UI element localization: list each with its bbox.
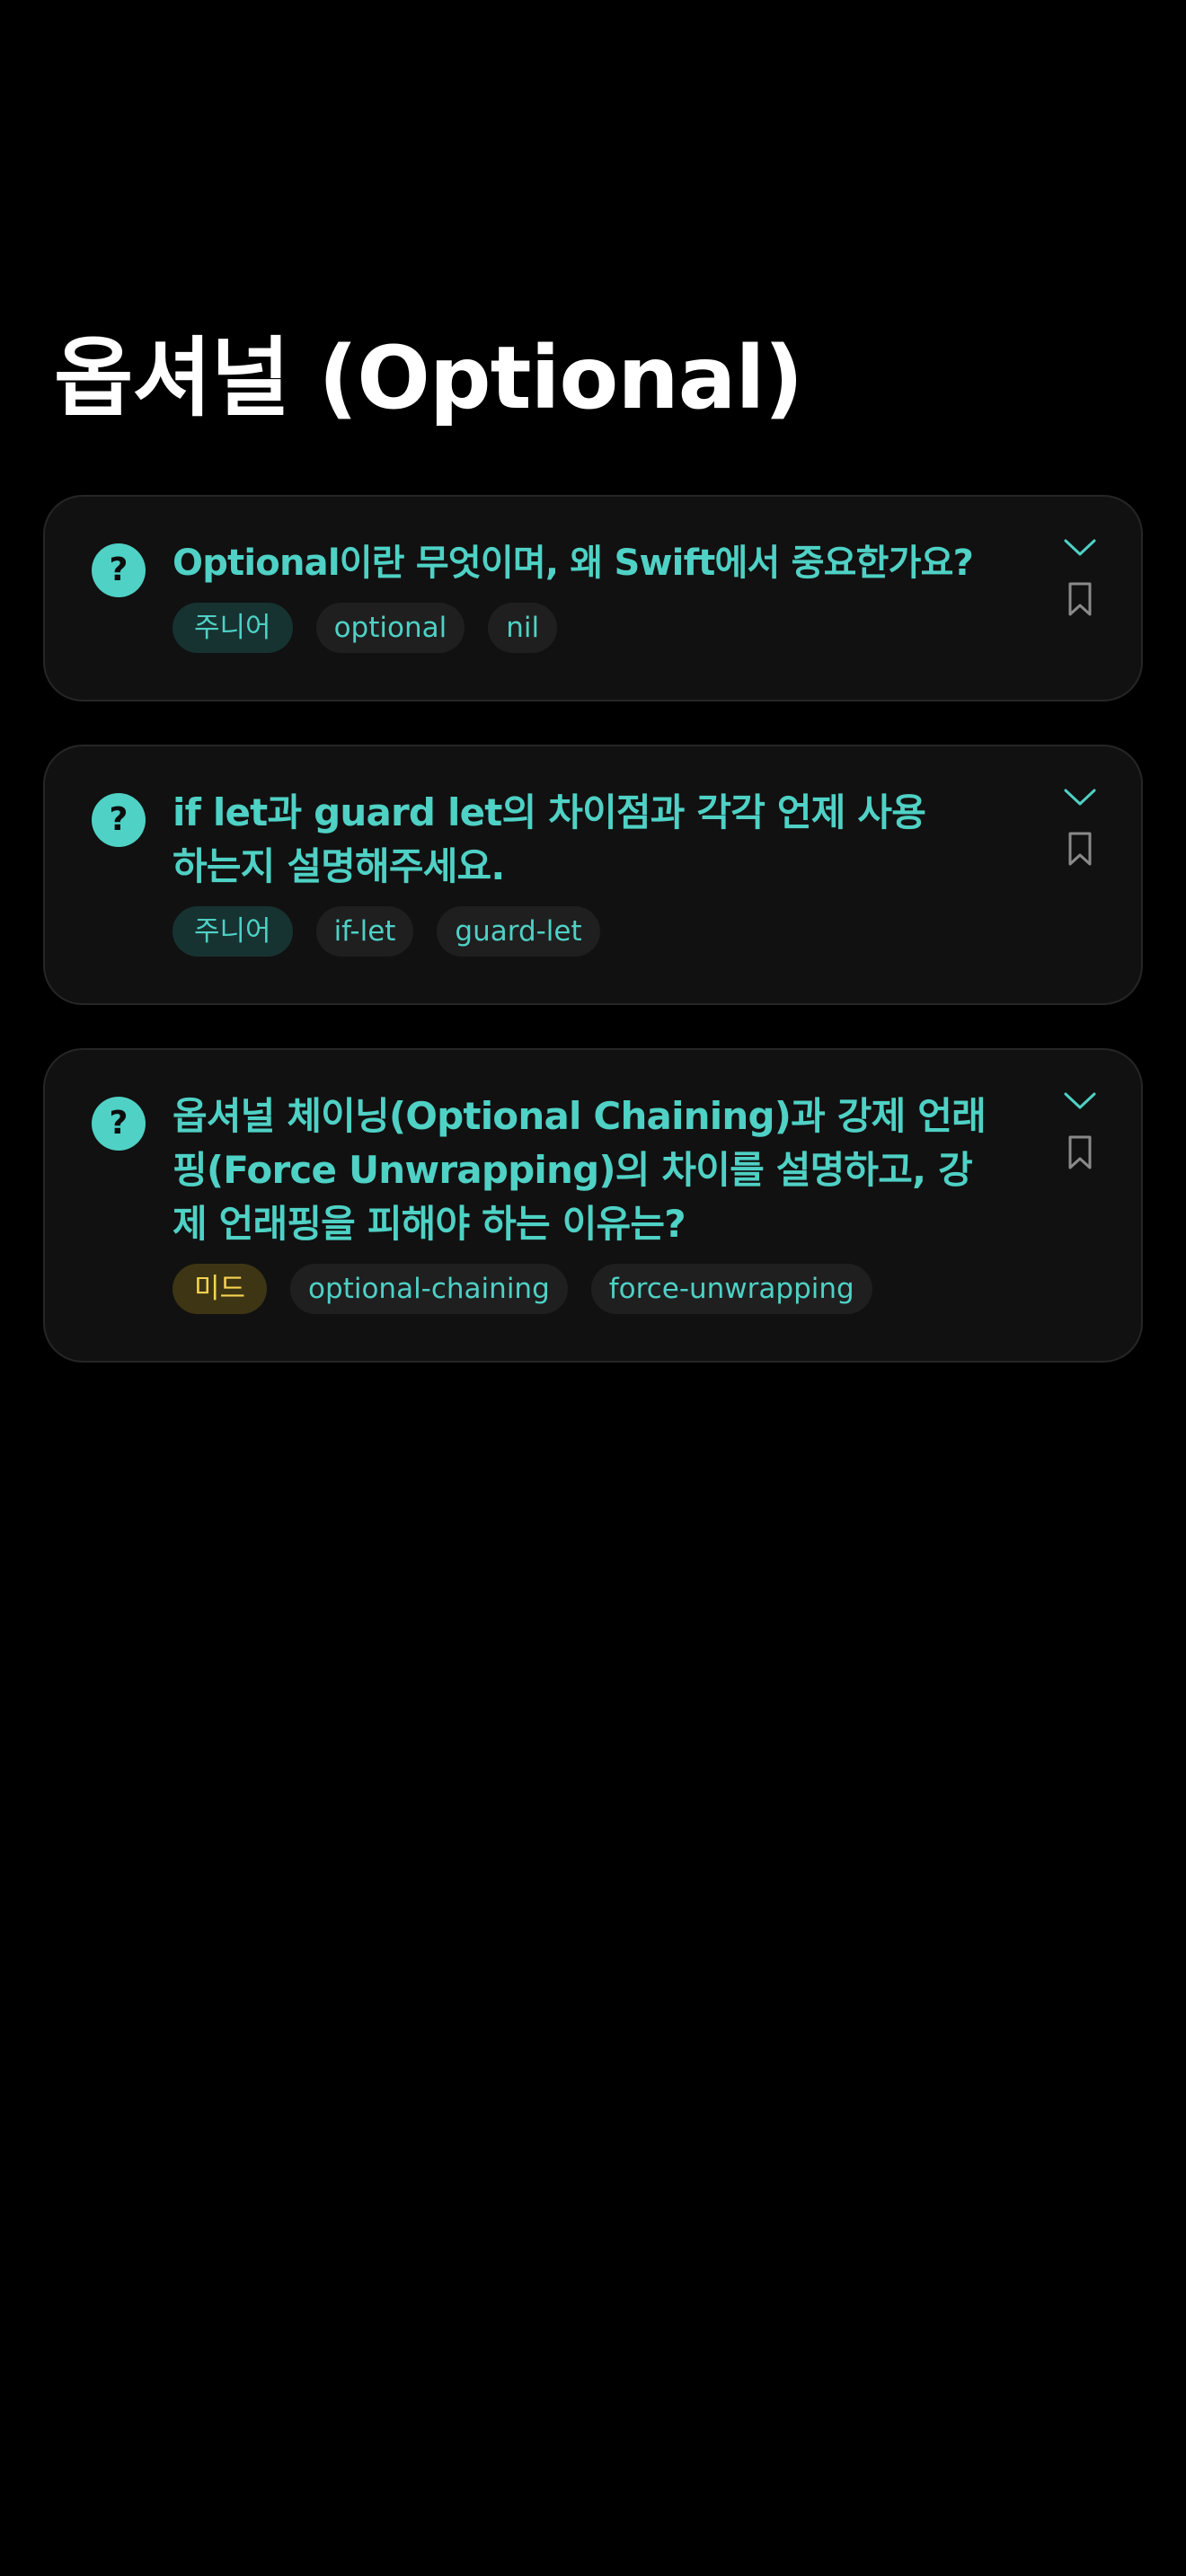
chevron-down-icon[interactable] — [1062, 1090, 1098, 1113]
level-badge: 주니어 — [173, 603, 293, 653]
chevron-down-icon[interactable] — [1062, 536, 1098, 560]
tag: optional-chaining — [290, 1264, 568, 1314]
bookmark-icon[interactable] — [1067, 581, 1093, 617]
tag: nil — [488, 603, 558, 653]
question-list: ? Optional이란 무엇이며, 왜 Swift에서 중요한가요? 주니어 … — [43, 495, 1143, 1406]
bookmark-icon[interactable] — [1067, 831, 1093, 867]
bookmark-icon[interactable] — [1067, 1134, 1093, 1170]
question-icon: ? — [92, 793, 146, 847]
tag-list: 주니어 if-let guard-let — [173, 906, 990, 957]
question-text: Optional이란 무엇이며, 왜 Swift에서 중요한가요? — [173, 543, 974, 584]
question-icon: ? — [92, 1097, 146, 1151]
tag-list: 미드 optional-chaining force-unwrapping — [173, 1264, 990, 1314]
tag: guard-let — [437, 906, 600, 957]
tag: force-unwrapping — [590, 1264, 872, 1314]
chevron-down-icon[interactable] — [1062, 786, 1098, 809]
question-card[interactable]: ? if let과 guard let의 차이점과 각각 언제 사용하는지 설명… — [43, 745, 1143, 1005]
question-text: 옵셔널 체이닝(Optional Chaining)과 강제 언래핑(Force… — [173, 1094, 987, 1246]
tag-list: 주니어 optional nil — [173, 603, 990, 653]
page-title: 옵셔널 (Optional) — [54, 328, 803, 428]
question-card[interactable]: ? 옵셔널 체이닝(Optional Chaining)과 강제 언래핑(For… — [43, 1048, 1143, 1363]
tag: if-let — [315, 906, 414, 957]
question-card[interactable]: ? Optional이란 무엇이며, 왜 Swift에서 중요한가요? 주니어 … — [43, 495, 1143, 701]
question-icon: ? — [92, 543, 146, 597]
question-text: if let과 guard let의 차이점과 각각 언제 사용하는지 설명해주… — [173, 790, 926, 888]
level-badge: 미드 — [173, 1264, 268, 1314]
tag: optional — [315, 603, 465, 653]
level-badge: 주니어 — [173, 906, 293, 957]
